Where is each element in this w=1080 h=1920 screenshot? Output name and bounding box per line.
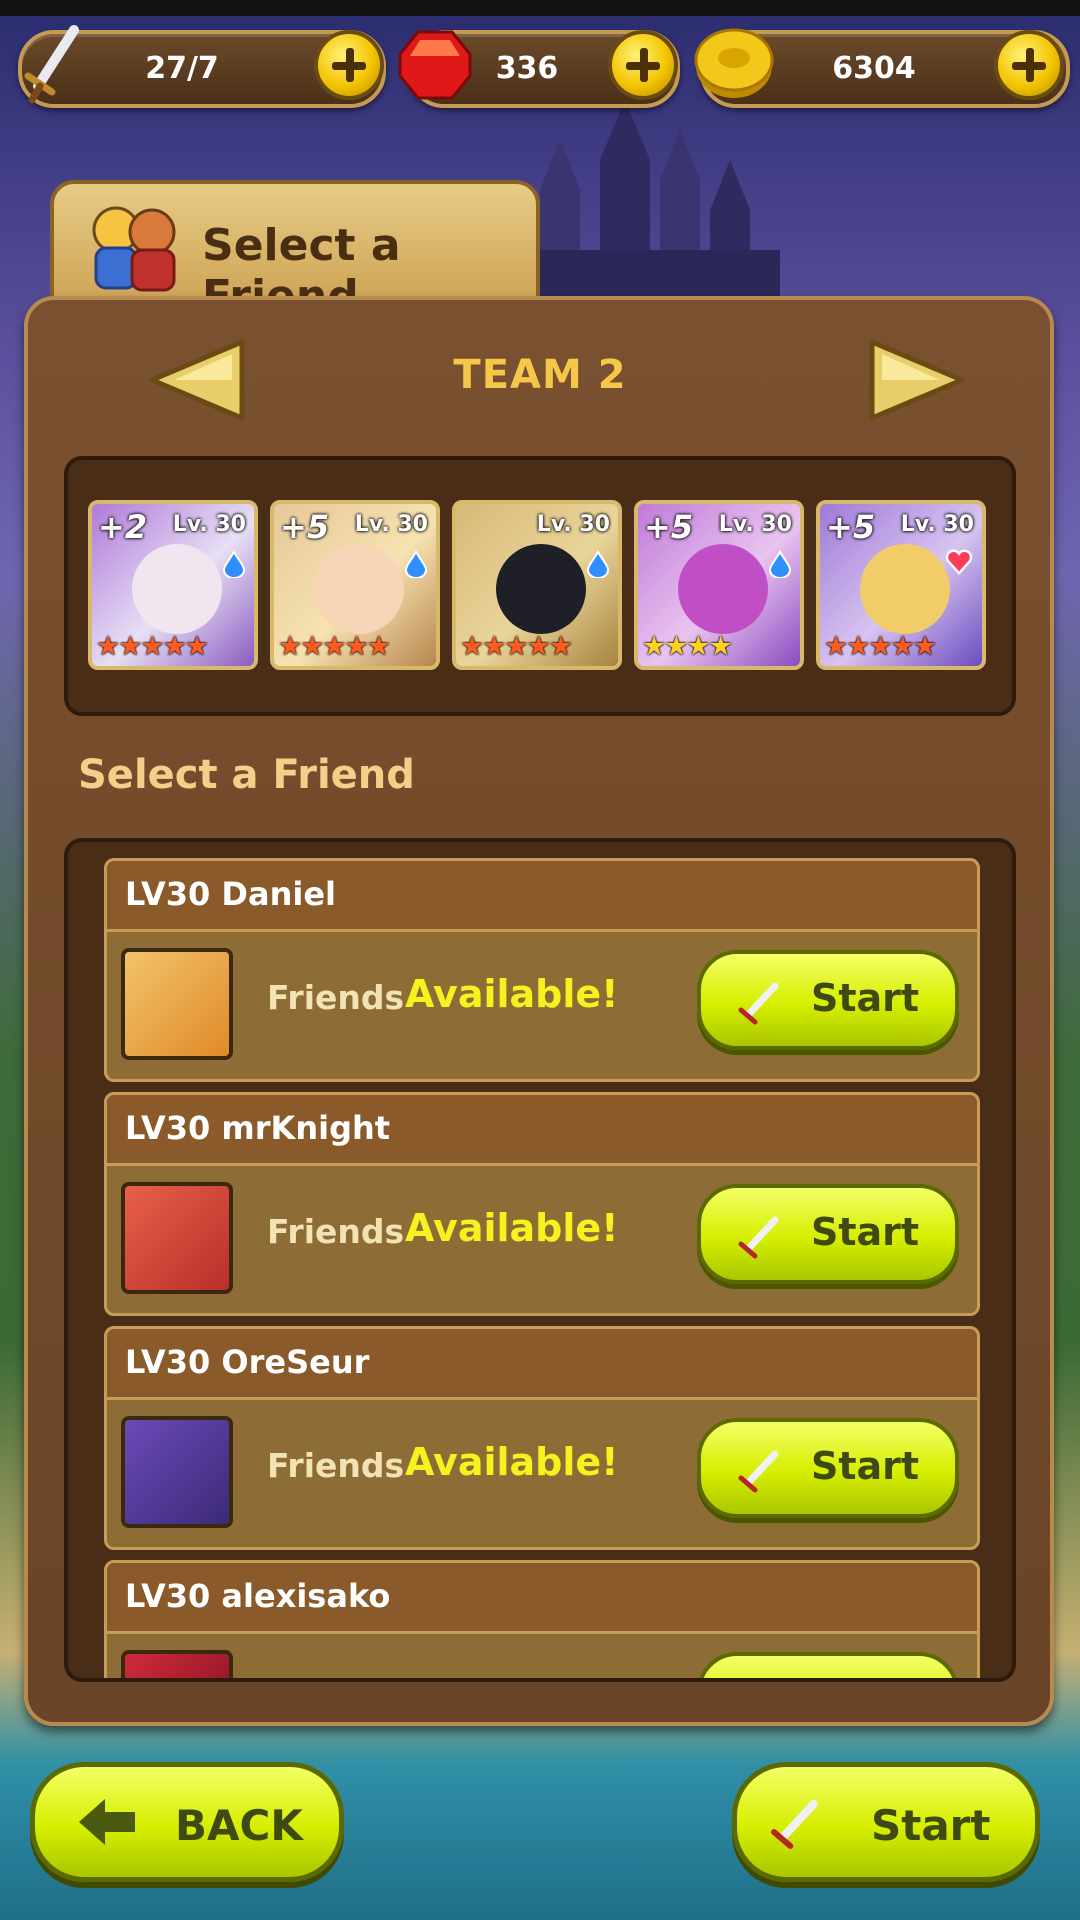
hero-stars: ★★★★ <box>642 631 733 662</box>
sword-icon <box>738 1216 779 1259</box>
water-icon <box>222 550 246 578</box>
friend-name: LV30 alexisako <box>125 1577 391 1615</box>
add-gems-button[interactable] <box>608 30 678 100</box>
castle-background-image <box>520 100 780 300</box>
hero-portrait <box>496 544 586 634</box>
start-label: Start <box>811 1444 920 1488</box>
heart-icon <box>945 549 973 575</box>
panel-tab: Select a Friend <box>50 180 540 322</box>
back-label: BACK <box>175 1801 303 1850</box>
start-battle-button[interactable]: Start <box>732 1762 1040 1882</box>
hero-plus: +5 <box>826 508 876 546</box>
gems-value: 336 <box>495 51 559 86</box>
friend-card: LV30 alexisako <box>104 1560 980 1678</box>
friend-card-body: Friends Available! Start <box>107 1400 977 1547</box>
add-stamina-button[interactable] <box>314 30 384 100</box>
hero-portrait <box>314 544 404 634</box>
coin-icon <box>694 28 774 98</box>
hero-stars: ★★★★★ <box>96 631 209 662</box>
friend-card-body: Friends Available! Start <box>107 1166 977 1313</box>
team-hero-card[interactable]: +5 Lv. 30 ★★★★★ <box>816 500 986 670</box>
friend-status: Available! <box>405 1206 619 1250</box>
team-hero-card[interactable]: +5 Lv. 30 ★★★★★ <box>270 500 440 670</box>
water-icon <box>404 550 428 578</box>
friend-start-button[interactable]: Start <box>697 1184 959 1284</box>
stamina-value: 27/7 <box>145 51 219 86</box>
friend-start-button[interactable] <box>697 1652 959 1678</box>
friend-card: LV30 mrKnight Friends Available! Start <box>104 1092 980 1316</box>
friend-list[interactable]: LV30 Daniel Friends Available! Start LV3… <box>64 838 1016 1682</box>
hero-level: Lv. 30 <box>900 512 974 537</box>
friend-card: LV30 OreSeur Friends Available! Start <box>104 1326 980 1550</box>
friend-status: Available! <box>405 972 619 1016</box>
hero-level: Lv. 30 <box>536 512 610 537</box>
back-button[interactable]: BACK <box>30 1762 344 1882</box>
hero-stars: ★★★★★ <box>460 631 573 662</box>
hero-level: Lv. 30 <box>172 512 246 537</box>
start-label: Start <box>811 1210 920 1254</box>
team-hero-card[interactable]: +2 Lv. 30 ★★★★★ <box>88 500 258 670</box>
friend-name: LV30 mrKnight <box>125 1109 391 1147</box>
friend-relation: Friends <box>267 1212 405 1251</box>
add-gold-button[interactable] <box>994 30 1064 100</box>
friend-card-header: LV30 alexisako <box>107 1563 977 1634</box>
friend-start-button[interactable]: Start <box>697 1418 959 1518</box>
friend-card: LV30 Daniel Friends Available! Start <box>104 858 980 1082</box>
gold-value: 6304 <box>832 51 916 86</box>
friend-avatar <box>121 1650 233 1678</box>
hero-portrait <box>678 544 768 634</box>
hero-stars: ★★★★★ <box>278 631 391 662</box>
hero-stars: ★★★★★ <box>824 631 937 662</box>
status-bar <box>0 0 1080 16</box>
water-icon <box>586 550 610 578</box>
friend-relation: Friends <box>267 978 405 1017</box>
friend-status: Available! <box>405 1440 619 1484</box>
friend-avatar <box>121 948 233 1060</box>
friend-avatar <box>121 1182 233 1294</box>
friends-icon <box>92 206 176 292</box>
water-icon <box>768 550 792 578</box>
hero-portrait <box>132 544 222 634</box>
friend-relation: Friends <box>267 1446 405 1485</box>
friend-card-header: LV30 OreSeur <box>107 1329 977 1400</box>
friend-start-button[interactable]: Start <box>697 950 959 1050</box>
sword-icon <box>771 1799 818 1849</box>
team-hero-card[interactable]: +5 Lv. 30 ★★★★ <box>634 500 804 670</box>
sword-icon <box>738 1450 779 1493</box>
sword-icon <box>24 25 79 104</box>
start-label: Start <box>811 976 920 1020</box>
friend-name: LV30 Daniel <box>125 875 336 913</box>
friend-card-header: LV30 Daniel <box>107 861 977 932</box>
next-team-arrow-icon[interactable] <box>864 338 968 422</box>
hero-plus: +2 <box>98 508 148 546</box>
gem-icon <box>398 30 472 100</box>
friend-card-header: LV30 mrKnight <box>107 1095 977 1166</box>
friend-card-body <box>107 1634 977 1678</box>
friend-name: LV30 OreSeur <box>125 1343 370 1381</box>
team-hero-card[interactable]: Lv. 30 ★★★★★ <box>452 500 622 670</box>
hero-level: Lv. 30 <box>718 512 792 537</box>
start-label: Start <box>871 1801 991 1850</box>
hero-plus: +5 <box>280 508 330 546</box>
friend-card-body: Friends Available! Start <box>107 932 977 1079</box>
hero-portrait <box>860 544 950 634</box>
friend-avatar <box>121 1416 233 1528</box>
sword-icon <box>738 982 779 1025</box>
friend-list-heading: Select a Friend <box>78 752 415 798</box>
hero-level: Lv. 30 <box>354 512 428 537</box>
back-arrow-icon <box>79 1799 135 1845</box>
hero-plus: +5 <box>644 508 694 546</box>
